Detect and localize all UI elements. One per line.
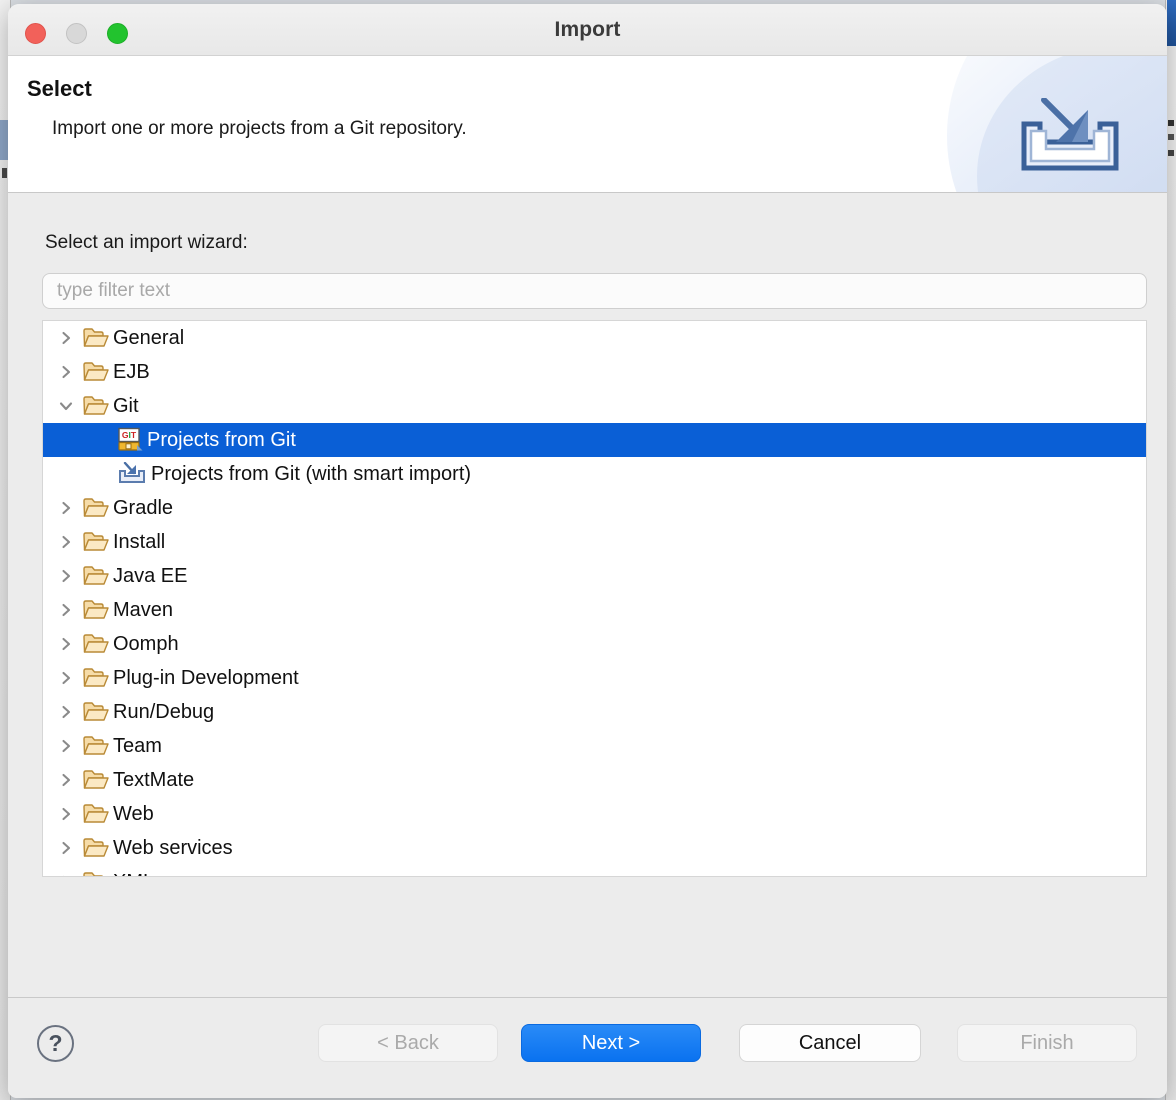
folder-icon: [81, 395, 111, 417]
wizard-page-description: Import one or more projects from a Git r…: [52, 118, 467, 139]
tree-item-label: Web services: [113, 836, 233, 859]
help-button[interactable]: ?: [37, 1025, 74, 1062]
tree-item-gradle[interactable]: Gradle: [43, 491, 1146, 525]
folder-icon: [81, 599, 111, 621]
tree-item-run-debug[interactable]: Run/Debug: [43, 695, 1146, 729]
tree-item-label: Team: [113, 734, 162, 757]
folder-icon: [81, 769, 111, 791]
import-banner-icon: [1021, 98, 1119, 171]
tree-item-label: Oomph: [113, 632, 179, 655]
next-button[interactable]: Next >: [521, 1024, 701, 1062]
chevron-right-icon[interactable]: [51, 738, 81, 754]
tree-item-label: Projects from Git: [147, 428, 296, 451]
wizard-page-title: Select: [27, 76, 92, 101]
tree-item-install[interactable]: Install: [43, 525, 1146, 559]
cancel-button[interactable]: Cancel: [739, 1024, 921, 1062]
chevron-right-icon[interactable]: [51, 330, 81, 346]
tree-item-label: General: [113, 326, 185, 349]
tree-item-label: Plug-in Development: [113, 666, 299, 689]
tree-item-java-ee[interactable]: Java EE: [43, 559, 1146, 593]
chevron-right-icon[interactable]: [51, 364, 81, 380]
chevron-right-icon[interactable]: [51, 636, 81, 652]
tree-item-label: Java EE: [113, 564, 188, 587]
tree-item-label: Run/Debug: [113, 700, 215, 723]
background-window-right-accent: [1167, 0, 1176, 46]
filter-input[interactable]: [42, 273, 1147, 309]
folder-icon: [81, 565, 111, 587]
folder-icon: [81, 531, 111, 553]
chevron-right-icon[interactable]: [51, 568, 81, 584]
window-controls: [25, 23, 128, 44]
chevron-right-icon[interactable]: [51, 534, 81, 550]
background-window-left-mark: [2, 168, 7, 178]
tree-item-projects-from-git-with-smart-import[interactable]: Projects from Git (with smart import): [43, 457, 1146, 491]
tree-item-web-services[interactable]: Web services: [43, 831, 1146, 865]
window-title: Import: [554, 17, 621, 41]
tree-item-label: EJB: [113, 360, 150, 383]
tree-item-xml[interactable]: XML: [43, 865, 1146, 877]
tree-item-textmate[interactable]: TextMate: [43, 763, 1146, 797]
svg-text:GIT: GIT: [122, 430, 137, 440]
tree-item-label: Git: [113, 394, 139, 417]
tree-item-plug-in-development[interactable]: Plug-in Development: [43, 661, 1146, 695]
chevron-right-icon[interactable]: [51, 840, 81, 856]
tree-item-git[interactable]: Git: [43, 389, 1146, 423]
tree-item-general[interactable]: General: [43, 321, 1146, 355]
chevron-right-icon[interactable]: [51, 670, 81, 686]
chevron-down-icon[interactable]: [51, 398, 81, 414]
folder-icon: [81, 633, 111, 655]
back-button[interactable]: < Back: [318, 1024, 498, 1062]
tree-item-label: Gradle: [113, 496, 174, 519]
git-icon: GIT: [115, 427, 145, 453]
tree-item-web[interactable]: Web: [43, 797, 1146, 831]
folder-icon: [81, 803, 111, 825]
folder-icon: [81, 667, 111, 689]
tree-item-label: Maven: [113, 598, 174, 621]
tree-item-team[interactable]: Team: [43, 729, 1146, 763]
chevron-right-icon[interactable]: [51, 874, 81, 876]
folder-icon: [81, 735, 111, 757]
title-bar: Import: [8, 4, 1167, 56]
minimize-button[interactable]: [66, 23, 87, 44]
tree-item-label: Web: [113, 802, 154, 825]
folder-icon: [81, 837, 111, 859]
chevron-right-icon[interactable]: [51, 500, 81, 516]
close-button[interactable]: [25, 23, 46, 44]
chevron-right-icon[interactable]: [51, 704, 81, 720]
select-wizard-label: Select an import wizard:: [45, 232, 248, 253]
tree-item-label: XML: [113, 871, 154, 877]
tree-item-label: Install: [113, 530, 166, 553]
folder-icon: [81, 497, 111, 519]
folder-icon: [81, 871, 111, 876]
dialog-button-bar: ? < Back Next > Cancel Finish: [8, 997, 1167, 1098]
tree-item-label: TextMate: [113, 768, 195, 791]
chevron-right-icon[interactable]: [51, 772, 81, 788]
tree-item-oomph[interactable]: Oomph: [43, 627, 1146, 661]
import-wizard-dialog: Import Select Import one or more project…: [8, 4, 1167, 1098]
tree-item-ejb[interactable]: EJB: [43, 355, 1146, 389]
tree-item-maven[interactable]: Maven: [43, 593, 1146, 627]
folder-icon: [81, 327, 111, 349]
background-window-right-marks: [1168, 120, 1174, 190]
smart-import-icon: [115, 462, 149, 486]
zoom-button[interactable]: [107, 23, 128, 44]
folder-icon: [81, 361, 111, 383]
wizard-body: Select an import wizard: General EJB Git…: [8, 193, 1167, 997]
import-wizard-tree[interactable]: General EJB Git GIT Projects from Git Pr…: [42, 320, 1147, 877]
tree-item-projects-from-git[interactable]: GIT Projects from Git: [43, 423, 1146, 457]
chevron-right-icon[interactable]: [51, 602, 81, 618]
chevron-right-icon[interactable]: [51, 806, 81, 822]
wizard-header-banner: Select Import one or more projects from …: [8, 56, 1167, 193]
folder-icon: [81, 701, 111, 723]
finish-button[interactable]: Finish: [957, 1024, 1137, 1062]
tree-item-label: Projects from Git (with smart import): [151, 462, 472, 485]
